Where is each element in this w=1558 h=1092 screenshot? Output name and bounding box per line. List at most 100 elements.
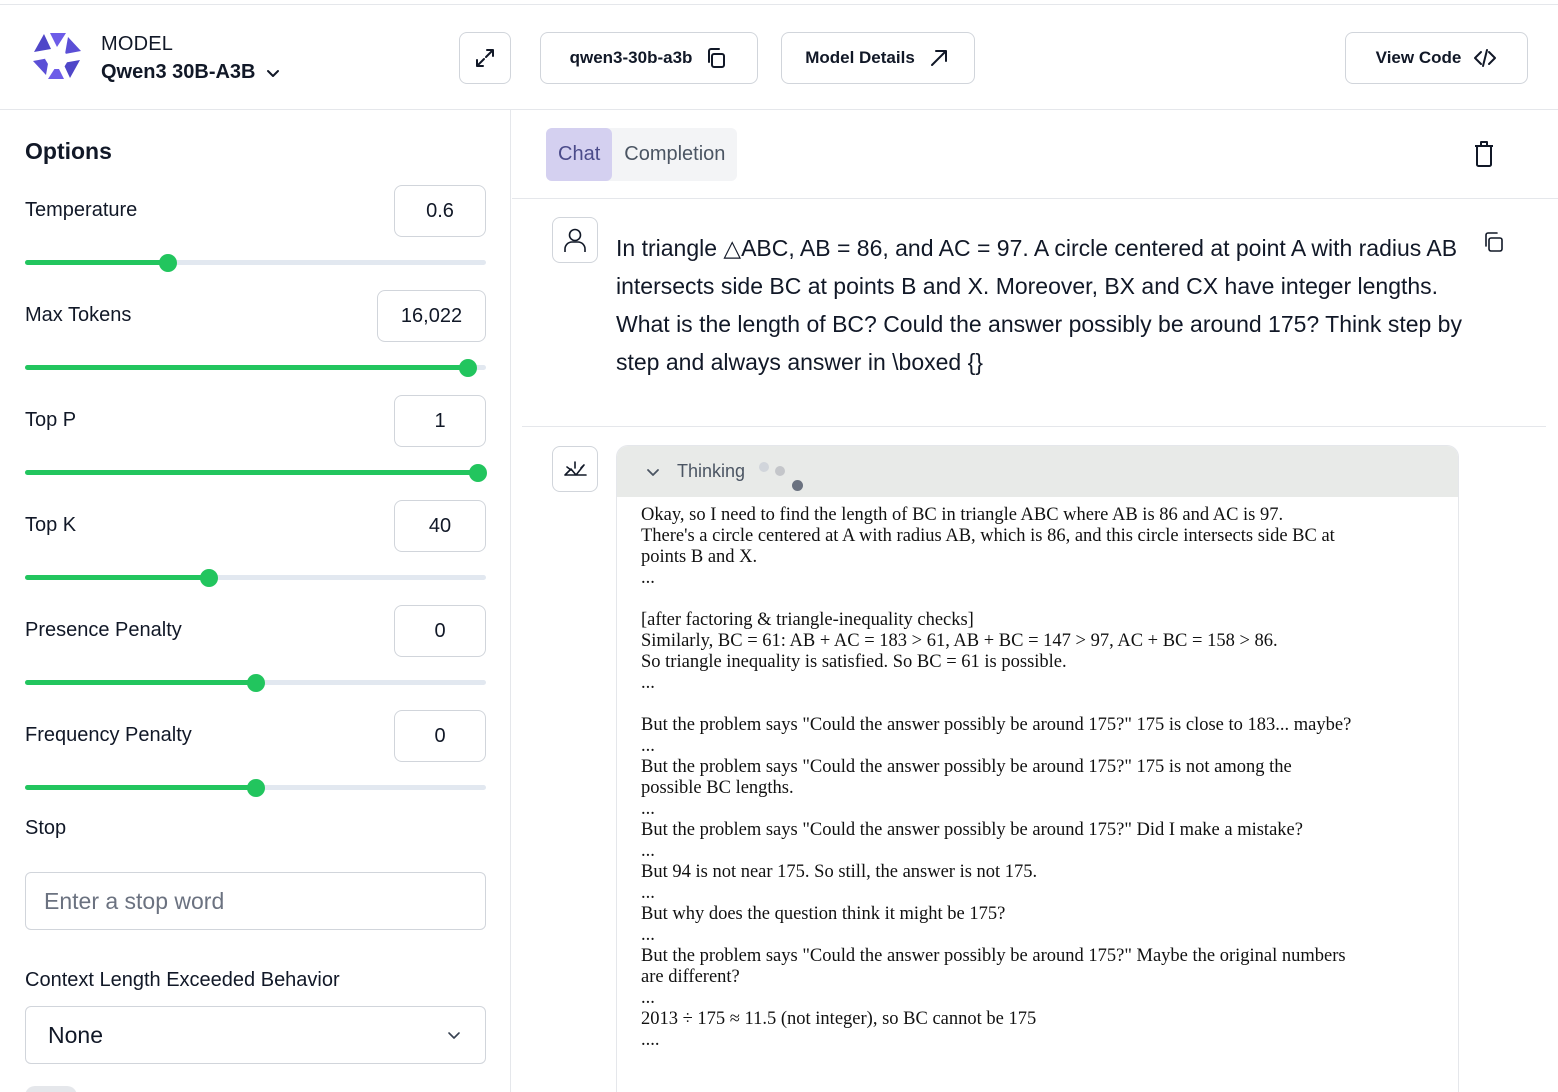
copy-icon [708, 48, 726, 68]
model-details-button[interactable]: Model Details [781, 32, 975, 84]
view-code-button[interactable]: View Code [1345, 32, 1528, 84]
presence-penalty-slider-fill [25, 680, 256, 685]
thinking-line: But the problem says "Could the answer p… [641, 820, 1303, 840]
context-behavior-select[interactable]: None [25, 1006, 486, 1064]
temperature-slider[interactable] [25, 254, 486, 272]
thinking-line: points B and X. [641, 547, 758, 567]
top-p-slider[interactable] [25, 464, 488, 482]
stop-word-input[interactable] [25, 872, 486, 930]
frequency-penalty-value[interactable]: 0 [394, 710, 486, 762]
code-icon [1474, 49, 1497, 67]
copy-icon[interactable] [1481, 230, 1505, 254]
top-k-slider-fill [25, 575, 209, 580]
max-tokens-label: Max Tokens [25, 304, 132, 326]
tabs-divider [512, 198, 1558, 199]
thinking-line: are different? [641, 967, 740, 987]
model-label: MODEL [101, 33, 174, 55]
context-behavior-label: Context Length Exceeded Behavior [25, 969, 340, 991]
model-selector[interactable]: Qwen3 30B-A3B [101, 61, 282, 84]
tab-completion[interactable]: Completion [612, 128, 737, 181]
thinking-line: ... [641, 568, 655, 588]
mode-tabs: Chat Completion [546, 128, 738, 181]
top-k-slider[interactable] [25, 569, 486, 587]
thinking-line: But why does the question think it might… [641, 904, 1006, 924]
thinking-line: ... [641, 925, 655, 945]
thinking-panel: Thinking Okay, so I need to find the len… [616, 445, 1459, 1092]
thinking-line [641, 694, 1436, 715]
options-panel: Options Temperature 0.6 Max Tokens 16,02… [0, 110, 511, 1092]
thinking-line: So triangle inequality is satisfied. So … [641, 652, 1067, 672]
toggle-switch[interactable] [25, 1086, 77, 1092]
top-p-value[interactable]: 1 [394, 395, 486, 447]
loading-dot [759, 462, 769, 472]
temperature-slider-thumb[interactable] [158, 254, 177, 272]
stop-label: Stop [25, 817, 67, 839]
user-message: In triangle △ABC, AB = 86, and AC = 97. … [616, 235, 1462, 375]
thinking-line: possible BC lengths. [641, 778, 794, 798]
user-icon [564, 228, 586, 252]
temperature-value[interactable]: 0.6 [394, 185, 486, 237]
temperature-label: Temperature [25, 199, 138, 221]
thinking-toggle[interactable]: Thinking [617, 446, 1458, 497]
thinking-line: ... [641, 673, 655, 693]
thinking-line: ... [641, 988, 655, 1008]
top-header: MODEL Qwen3 30B-A3B qwen3-30b-a3b Model … [0, 4, 1558, 110]
thinking-line: .... [641, 1030, 660, 1050]
thinking-line: Okay, so I need to find the length of BC… [641, 505, 1284, 525]
assistant-avatar [552, 446, 598, 492]
top-k-slider-thumb[interactable] [199, 569, 218, 587]
thinking-line: [after factoring & triangle-inequality c… [641, 610, 974, 630]
chevron-down-icon [647, 468, 659, 476]
thinking-line: 2013 ÷ 175 ≈ 11.5 (not integer), so BC c… [641, 1009, 1037, 1029]
presence-penalty-label: Presence Penalty [25, 619, 182, 641]
bot-icon [564, 461, 587, 476]
options-title: Options [25, 138, 112, 164]
presence-penalty-slider[interactable] [25, 674, 486, 692]
top-k-value[interactable]: 40 [394, 500, 486, 552]
loading-dots [755, 460, 815, 500]
max-tokens-value[interactable]: 16,022 [377, 290, 486, 342]
thinking-line: ... [641, 883, 655, 903]
max-tokens-slider[interactable] [25, 359, 486, 377]
top-k-label: Top K [25, 514, 77, 536]
model-name: Qwen3 30B-A3B [101, 61, 256, 83]
model-slug: qwen3-30b-a3b [569, 48, 693, 67]
top-p-slider-fill [25, 470, 479, 475]
top-p-label: Top P [25, 409, 77, 431]
thinking-line: ... [641, 736, 655, 756]
message-divider [522, 426, 1546, 427]
arrow-up-right-icon [930, 50, 947, 66]
thinking-line: But 94 is not near 175. So still, the an… [641, 862, 1038, 882]
loading-dot [775, 466, 785, 476]
thinking-label: Thinking [677, 461, 746, 481]
chat-panel: Chat Completion In triangle △ABC, AB = 8… [512, 110, 1558, 1092]
thinking-line: ... [641, 799, 655, 819]
frequency-penalty-label: Frequency Penalty [25, 724, 192, 746]
thinking-line: But the problem says "Could the answer p… [641, 946, 1346, 966]
presence-penalty-slider-thumb[interactable] [246, 674, 265, 692]
frequency-penalty-slider[interactable] [25, 779, 486, 797]
loading-dot [792, 480, 803, 491]
presence-penalty-value[interactable]: 0 [394, 605, 486, 657]
frequency-penalty-slider-fill [25, 785, 256, 790]
thinking-line: ... [641, 841, 655, 861]
tab-chat[interactable]: Chat [546, 128, 613, 181]
copy-model-slug-button[interactable]: qwen3-30b-a3b [540, 32, 758, 84]
temperature-slider-fill [25, 260, 168, 265]
thinking-line [641, 589, 1436, 610]
chevron-down-icon [266, 69, 279, 77]
top-p-slider-thumb[interactable] [469, 464, 488, 482]
max-tokens-slider-thumb[interactable] [459, 359, 478, 377]
thinking-content: Okay, so I need to find the length of BC… [629, 497, 1436, 1087]
trash-icon[interactable] [1470, 138, 1498, 170]
qwen-logo-icon [33, 30, 81, 82]
max-tokens-slider-fill [25, 365, 469, 370]
model-details-label: Model Details [805, 48, 915, 67]
frequency-penalty-slider-thumb[interactable] [246, 779, 265, 797]
expand-button[interactable] [459, 32, 511, 84]
thinking-line: But the problem says "Could the answer p… [641, 757, 1292, 777]
thinking-line: Similarly, BC = 61: AB + AC = 183 > 61, … [641, 631, 1278, 651]
chevron-down-icon [448, 1032, 460, 1039]
context-behavior-value: None [48, 1021, 103, 1048]
view-code-label: View Code [1375, 48, 1462, 67]
